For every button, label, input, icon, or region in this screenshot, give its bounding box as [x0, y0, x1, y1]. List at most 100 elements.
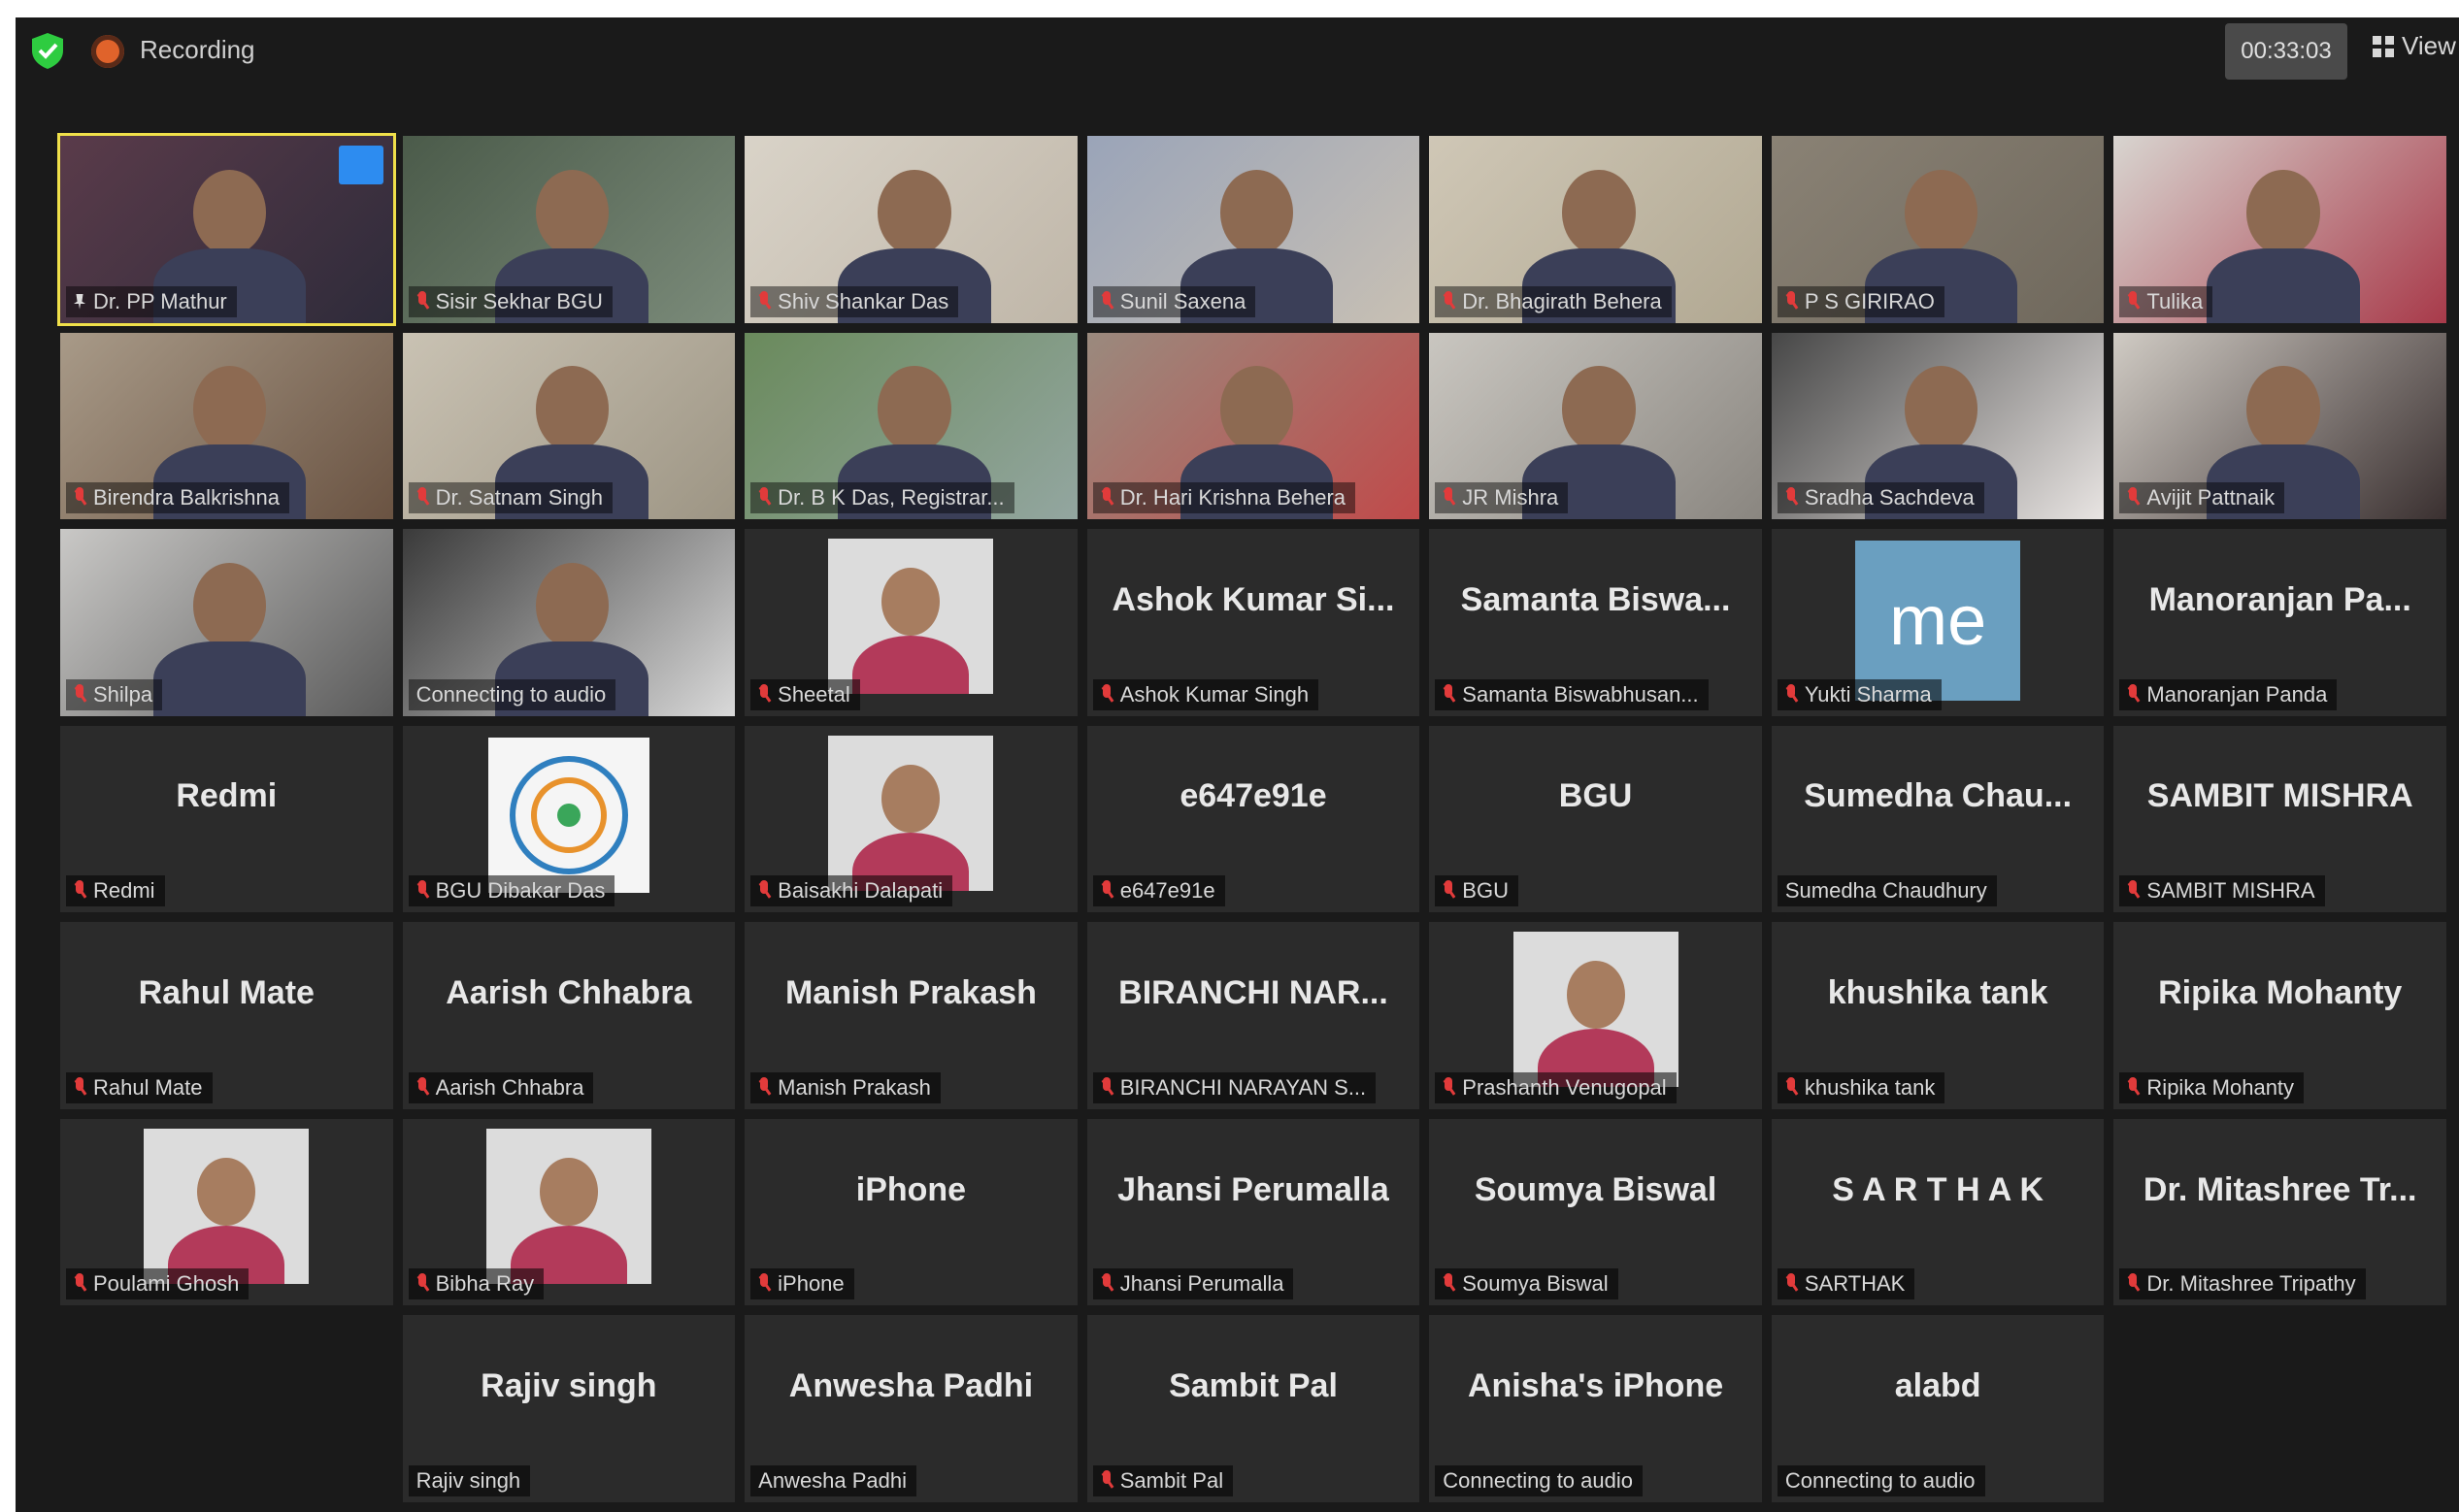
participant-tile[interactable]: Manish Prakash Manish Prakash: [745, 922, 1078, 1109]
participant-name-center: Sumedha Chau...: [1772, 726, 2105, 869]
participant-tile[interactable]: BGU Dibakar Das: [402, 725, 736, 913]
participant-name-tag: Dr. Bhagirath Behera: [1435, 285, 1672, 317]
participant-name-center: Ashok Kumar Si...: [1087, 529, 1420, 672]
participant-figure: [535, 366, 609, 452]
participant-tile[interactable]: Dr. Hari Krishna Behera: [1086, 332, 1420, 520]
participant-name-center: Sambit Pal: [1087, 1315, 1420, 1458]
participant-tile[interactable]: Dr. Satnam Singh: [402, 332, 736, 520]
participant-tile[interactable]: Dr. Mitashree Tr... Dr. Mitashree Tripath…: [2113, 1118, 2446, 1306]
participant-tile[interactable]: Prashanth Venugopal: [1429, 922, 1762, 1109]
participant-tile[interactable]: Redmi Redmi: [60, 725, 393, 913]
participant-name-label: Connecting to audio: [415, 681, 607, 707]
participant-tile[interactable]: Aarish Chhabra Aarish Chhabra: [402, 922, 736, 1109]
participant-tile[interactable]: S A R T H A K SARTHAK: [1771, 1118, 2105, 1306]
participant-name-tag: Aarish Chhabra: [408, 1071, 594, 1103]
participant-name-label: BGU Dibakar Das: [435, 878, 606, 904]
participant-name-tag: Sisir Sekhar BGU: [408, 285, 613, 317]
participant-name-label: Poulami Ghosh: [93, 1271, 240, 1297]
participant-tile[interactable]: SAMBIT MISHRA SAMBIT MISHRA: [2113, 725, 2446, 913]
participant-name-label: Yukti Sharma: [1804, 681, 1932, 707]
participant-display-name: Rahul Mate: [138, 974, 315, 1012]
participant-tile[interactable]: BIRANCHI NAR... BIRANCHI NARAYAN S...: [1086, 922, 1420, 1109]
participant-name-tag: Sumedha Chaudhury: [1777, 875, 1997, 907]
participant-name-center: Aarish Chhabra: [403, 922, 736, 1065]
participant-tile[interactable]: Anwesha Padhi Anwesha Padhi: [745, 1315, 1078, 1502]
participant-name-tag: Sambit Pal: [1092, 1464, 1234, 1496]
participant-tile[interactable]: Baisakhi Dalapati: [745, 725, 1078, 913]
participant-tile[interactable]: P S GIRIRAO: [1771, 136, 2105, 323]
participant-tile[interactable]: Birendra Balkrishna: [60, 332, 393, 520]
participant-tile[interactable]: Tulika: [2113, 136, 2446, 323]
participant-name-label: SARTHAK: [1804, 1271, 1906, 1297]
participant-tile[interactable]: iPhone iPhone: [745, 1118, 1078, 1306]
participant-name-label: Aarish Chhabra: [435, 1074, 584, 1100]
participant-tile[interactable]: khushika tank khushika tank: [1771, 922, 2105, 1109]
participant-tile[interactable]: Ripika Mohanty Ripika Mohanty: [2113, 922, 2446, 1109]
participant-tile[interactable]: Sradha Sachdeva: [1771, 332, 2105, 520]
participant-tile[interactable]: Anisha's iPhone Connecting to audio: [1429, 1315, 1762, 1502]
participant-tile[interactable]: Rahul Mate Rahul Mate: [60, 922, 393, 1109]
participant-tile[interactable]: Samanta Biswa... Samanta Biswabhusan...: [1429, 529, 1762, 716]
participant-name-tag: Bibha Ray: [408, 1268, 545, 1300]
participant-tile[interactable]: Jhansi Perumalla Jhansi Perumalla: [1086, 1118, 1420, 1306]
participant-name-label: Samanta Biswabhusan...: [1462, 681, 1699, 707]
participant-name-label: SAMBIT MISHRA: [2146, 878, 2315, 904]
participant-figure: [1219, 169, 1294, 256]
participant-tile[interactable]: Soumya Biswal Soumya Biswal: [1429, 1118, 1762, 1306]
participant-tile[interactable]: Dr. PP Mathur: [57, 133, 396, 326]
participant-tile[interactable]: JR Mishra: [1429, 332, 1762, 520]
muted-mic-icon: [416, 290, 428, 312]
participant-name-tag: Sunil Saxena: [1092, 285, 1256, 317]
meeting-window: Recording 00:33:03 View Dr. PP Mathur Sis…: [16, 17, 2459, 1512]
participant-tile[interactable]: Rajiv singh Rajiv singh: [402, 1315, 736, 1502]
participant-name-label: Dr. Hari Krishna Behera: [1119, 485, 1346, 510]
muted-mic-icon: [758, 1076, 770, 1099]
muted-mic-icon: [2127, 487, 2139, 509]
participant-tile[interactable]: Sheetal: [745, 529, 1078, 716]
participant-name-tag: BGU Dibakar Das: [408, 875, 615, 907]
participant-tile[interactable]: Bibha Ray: [402, 1118, 736, 1306]
participant-tile[interactable]: Sumedha Chau... Sumedha Chaudhury: [1771, 725, 2105, 913]
participant-name-label: Ashok Kumar Singh: [1119, 681, 1310, 707]
participant-tile[interactable]: Sisir Sekhar BGU: [402, 136, 736, 323]
participant-name-label: Birendra Balkrishna: [93, 485, 280, 510]
video-options-icon[interactable]: [338, 146, 383, 184]
participant-tile[interactable]: Connecting to audio: [402, 529, 736, 716]
shield-icon[interactable]: [29, 31, 66, 70]
muted-mic-icon: [1785, 1273, 1797, 1295]
participant-tile[interactable]: alabd Connecting to audio: [1771, 1315, 2105, 1502]
participant-tile[interactable]: Sunil Saxena: [1086, 136, 1420, 323]
participant-tile[interactable]: Shilpa: [60, 529, 393, 716]
participant-display-name: BIRANCHI NAR...: [1118, 974, 1388, 1012]
view-button[interactable]: View: [2373, 31, 2456, 61]
participant-name-center: BGU: [1429, 726, 1762, 869]
participant-name-center: Manish Prakash: [745, 922, 1078, 1065]
participant-tile[interactable]: Poulami Ghosh: [60, 1118, 393, 1306]
participant-tile[interactable]: Sambit Pal Sambit Pal: [1086, 1315, 1420, 1502]
muted-mic-icon: [1101, 683, 1113, 706]
meeting-timer: 00:33:03: [2225, 23, 2347, 80]
participant-tile[interactable]: Avijit Pattnaik: [2113, 332, 2446, 520]
participant-tile[interactable]: e647e91e e647e91e: [1086, 725, 1420, 913]
participant-name-center: Rahul Mate: [60, 922, 393, 1065]
muted-mic-icon: [2127, 1076, 2139, 1099]
view-label: View: [2402, 31, 2456, 60]
participant-tile[interactable]: Ashok Kumar Si... Ashok Kumar Singh: [1086, 529, 1420, 716]
profile-photo: [485, 1128, 651, 1284]
participant-name-label: Manoranjan Panda: [2146, 681, 2328, 707]
profile-photo: [1512, 932, 1678, 1088]
muted-mic-icon: [1785, 487, 1797, 509]
participant-tile[interactable]: Shiv Shankar Das: [745, 136, 1078, 323]
participant-tile[interactable]: me Yukti Sharma: [1771, 529, 2105, 716]
participant-name-tag: Shiv Shankar Das: [750, 285, 959, 317]
muted-mic-icon: [416, 1273, 428, 1295]
participant-tile[interactable]: Dr. B K Das, Registrar...: [745, 332, 1078, 520]
participant-name-center: Ripika Mohanty: [2113, 922, 2446, 1065]
profile-head: [881, 764, 941, 833]
participant-tile[interactable]: Manoranjan Pa... Manoranjan Panda: [2113, 529, 2446, 716]
muted-mic-icon: [1101, 487, 1113, 509]
participant-tile[interactable]: BGU BGU: [1429, 725, 1762, 913]
muted-mic-icon: [74, 1273, 85, 1295]
participant-tile[interactable]: Dr. Bhagirath Behera: [1429, 136, 1762, 323]
participant-name-label: Connecting to audio: [1784, 1467, 1976, 1493]
